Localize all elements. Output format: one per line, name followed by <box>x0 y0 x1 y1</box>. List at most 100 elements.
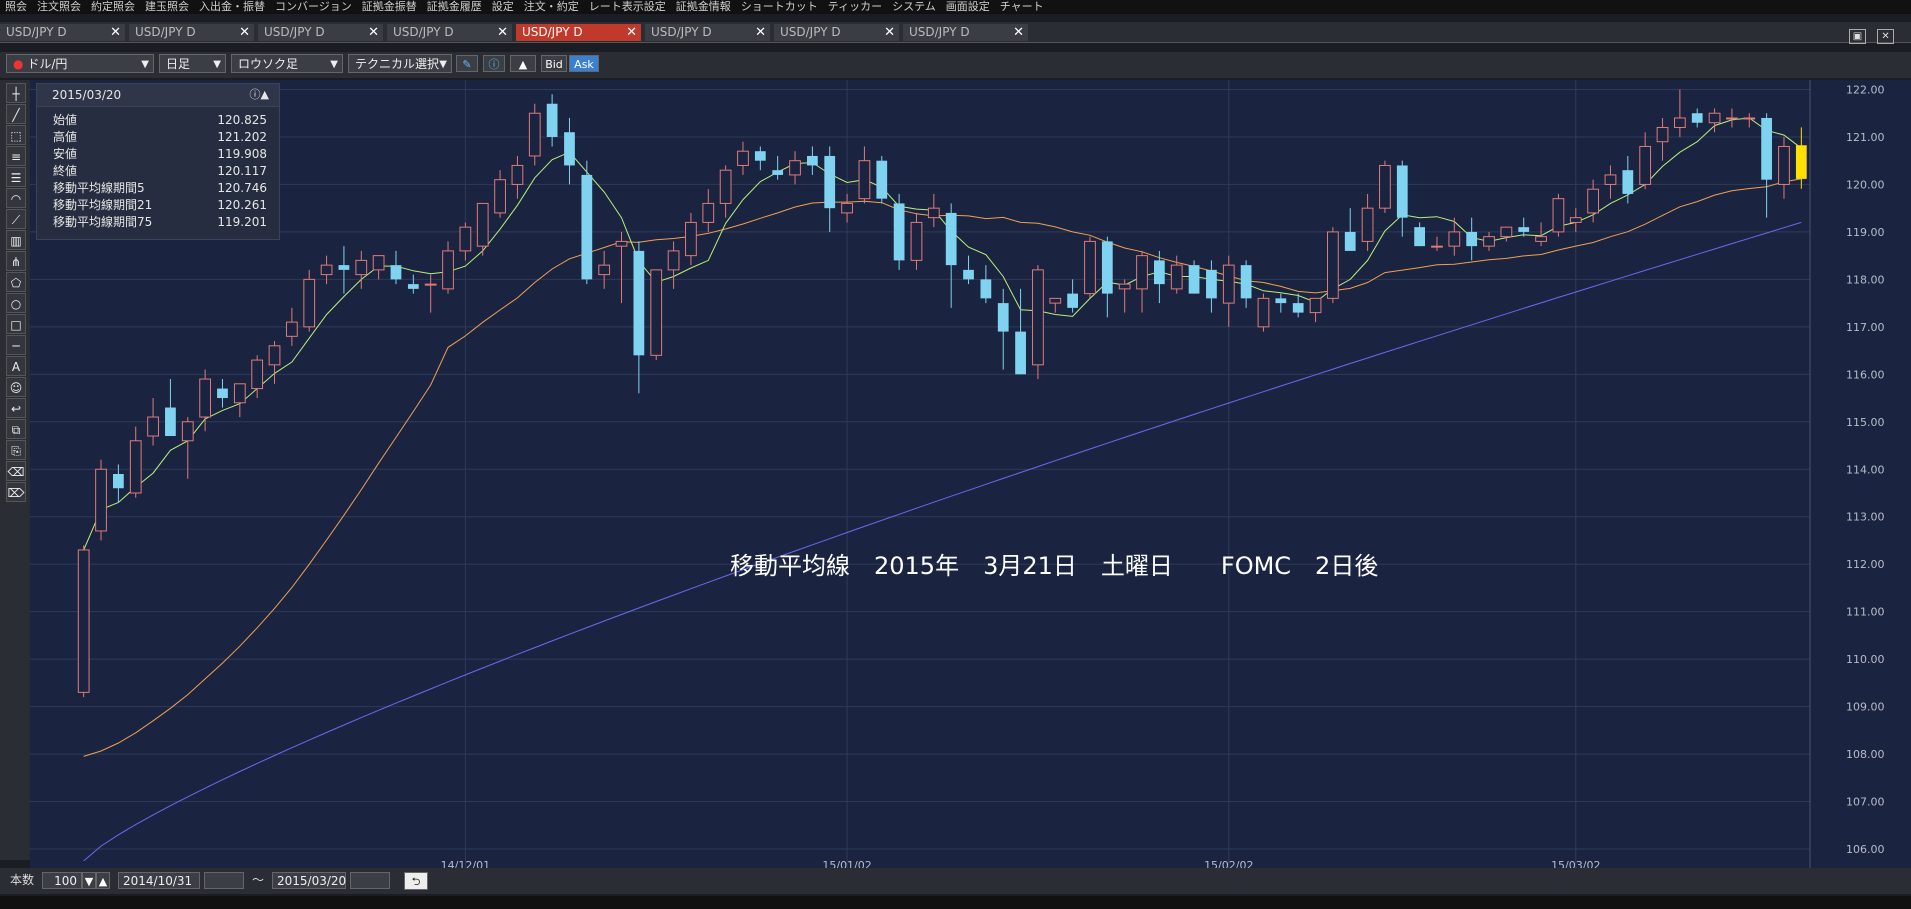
info-row-label: 安値 <box>53 147 78 161</box>
close-tab-icon[interactable]: ✕ <box>626 24 637 41</box>
menu-item[interactable]: ショートカット <box>736 0 823 14</box>
candle-body <box>546 103 558 137</box>
count-up-icon[interactable]: ▲ <box>96 872 110 889</box>
info-row-value: 120.746 <box>217 181 267 195</box>
pitchfork-icon[interactable]: ⋔ <box>6 251 26 271</box>
close-tab-icon[interactable]: ✕ <box>239 24 250 41</box>
draw-pen-button[interactable]: ✎ <box>456 55 478 72</box>
chart-tab[interactable]: USD/JPY D ✕ <box>903 24 1028 41</box>
count-input[interactable]: 100 <box>42 872 82 889</box>
candle-body <box>564 132 575 166</box>
separator-icon[interactable]: ─ <box>6 335 26 355</box>
menu-item[interactable]: 証拠金振替 <box>357 0 422 14</box>
menu-item[interactable]: 入出金・振替 <box>194 0 270 14</box>
smiley-icon[interactable]: ☺ <box>6 377 26 397</box>
to-time-input[interactable] <box>350 872 390 889</box>
menu-item[interactable]: レート表示設定 <box>584 0 671 14</box>
close-tab-icon[interactable]: ✕ <box>884 24 895 41</box>
menu-item[interactable]: チャート <box>995 0 1049 14</box>
chart-tab[interactable]: USD/JPY D ✕ <box>516 24 641 41</box>
candle-body <box>963 269 974 280</box>
fan-icon[interactable]: ⟋ <box>6 209 26 229</box>
rectangle-icon[interactable]: □ <box>6 314 26 334</box>
info-button[interactable]: ⓘ <box>483 55 505 72</box>
candle-body <box>841 202 853 214</box>
chart-tab-bar: USD/JPY D ✕ USD/JPY D ✕ USD/JPY D ✕ USD/JPY D ✕… <box>0 22 1911 43</box>
line-icon[interactable]: ╱ <box>6 104 26 124</box>
undo-icon[interactable]: ↩ <box>6 398 26 418</box>
candle-body <box>407 284 419 289</box>
close-tab-icon[interactable]: ✕ <box>1013 24 1024 41</box>
menu-item[interactable]: 設定 <box>487 0 519 14</box>
ruler-icon[interactable]: ⬚ <box>6 125 26 145</box>
y-tick-label: 115.00 <box>1846 416 1885 429</box>
timeframe-select[interactable]: 日足 ▼ <box>159 54 226 73</box>
text-icon[interactable]: A <box>6 356 26 376</box>
chart-tab[interactable]: USD/JPY D ✕ <box>129 24 254 41</box>
menu-item[interactable]: 建玉照会 <box>140 0 194 14</box>
menu-item[interactable]: 証拠金履歴 <box>422 0 487 14</box>
candle-body <box>390 265 402 280</box>
hline-icon[interactable]: ≡ <box>6 146 26 166</box>
chart-tab[interactable]: USD/JPY D ✕ <box>0 24 125 41</box>
menu-item[interactable]: システム <box>887 0 941 14</box>
count-down-icon[interactable]: ▼ <box>82 872 96 889</box>
chart-tab[interactable]: USD/JPY D ✕ <box>258 24 383 41</box>
collapse-icon[interactable]: ⓘ▲ <box>250 84 269 106</box>
candlestick-chart[interactable]: 106.00 107.00 108.00 109.00 110.00 111.00 112.… <box>30 80 1911 872</box>
channel-icon[interactable]: ☰ <box>6 167 26 187</box>
technical-select[interactable]: テクニカル選択 ▼ <box>348 54 452 73</box>
ohlc-info-panel: 2015/03/20 ⓘ▲ 始値 120.825 高値 121.202 安値 119.90… <box>36 83 280 240</box>
bid-button[interactable]: Bid <box>541 55 567 72</box>
menu-item[interactable]: 画面設定 <box>941 0 995 14</box>
candle-body <box>1500 226 1513 238</box>
from-date-input[interactable]: 2014/10/31 <box>118 872 200 889</box>
restore-window-icon[interactable]: ▣ <box>1849 29 1866 44</box>
chart-tab[interactable]: USD/JPY D ✕ <box>645 24 770 41</box>
ask-button[interactable]: Ask <box>569 55 599 72</box>
candle-body <box>772 170 784 175</box>
chart-tab[interactable]: USD/JPY D ✕ <box>387 24 512 41</box>
eraser-icon[interactable]: ⌫ <box>6 461 26 481</box>
circle-icon[interactable]: ○ <box>6 293 26 313</box>
chart-area-button[interactable]: ▲ <box>510 55 536 72</box>
candle-body <box>615 240 628 247</box>
menu-item[interactable]: 約定照会 <box>86 0 140 14</box>
y-tick-label: 112.00 <box>1846 558 1885 571</box>
copy-icon[interactable]: ⧉ <box>6 419 26 439</box>
chart-tab[interactable]: USD/JPY D ✕ <box>774 24 899 41</box>
grid-icon[interactable]: ▥ <box>6 230 26 250</box>
menu-item[interactable]: 証拠金情報 <box>671 0 736 14</box>
chart-area[interactable]: 106.00 107.00 108.00 109.00 110.00 111.00 112.… <box>30 80 1911 872</box>
menu-item[interactable]: 注文・約定 <box>519 0 584 14</box>
reload-icon[interactable]: ⮌ <box>404 872 428 890</box>
chart-style-select[interactable]: ロウソク足 ▼ <box>231 54 343 73</box>
candle-body <box>199 378 212 418</box>
menu-item[interactable]: コンバージョン <box>270 0 357 14</box>
erase-all-icon[interactable]: ⌦ <box>6 482 26 502</box>
candle-body <box>1569 217 1582 223</box>
close-tab-icon[interactable]: ✕ <box>755 24 766 41</box>
candle-body <box>1275 298 1287 304</box>
menu-item[interactable]: ティッカー <box>823 0 887 14</box>
close-tab-icon[interactable]: ✕ <box>110 24 121 41</box>
candle-body <box>442 250 454 290</box>
crosshair-icon[interactable]: ┼ <box>6 83 26 103</box>
tab-label: USD/JPY D <box>135 25 196 39</box>
close-tab-icon[interactable]: ✕ <box>497 24 508 41</box>
candle-body <box>476 202 489 247</box>
pentagon-icon[interactable]: ⬠ <box>6 272 26 292</box>
menu-item[interactable]: 照会 <box>0 0 32 14</box>
currency-pair-select[interactable]: ● ドル/円 ▼ <box>6 54 154 73</box>
paste-icon[interactable]: ⎘ <box>6 440 26 460</box>
arc-icon[interactable]: ◠ <box>6 188 26 208</box>
y-tick-label: 108.00 <box>1846 748 1885 761</box>
to-date-input[interactable]: 2015/03/20 <box>272 872 346 889</box>
from-time-input[interactable] <box>204 872 244 889</box>
chart-toolbar: ● ドル/円 ▼ 日足 ▼ ロウソク足 ▼ テクニカル選択 ▼ ✎ ⓘ ▲ Bi… <box>0 52 1911 78</box>
candle-body <box>789 160 801 176</box>
close-tab-icon[interactable]: ✕ <box>368 24 379 41</box>
close-window-icon[interactable]: ✕ <box>1877 29 1895 44</box>
menu-item[interactable]: 注文照会 <box>32 0 86 14</box>
candle-body <box>650 269 663 356</box>
